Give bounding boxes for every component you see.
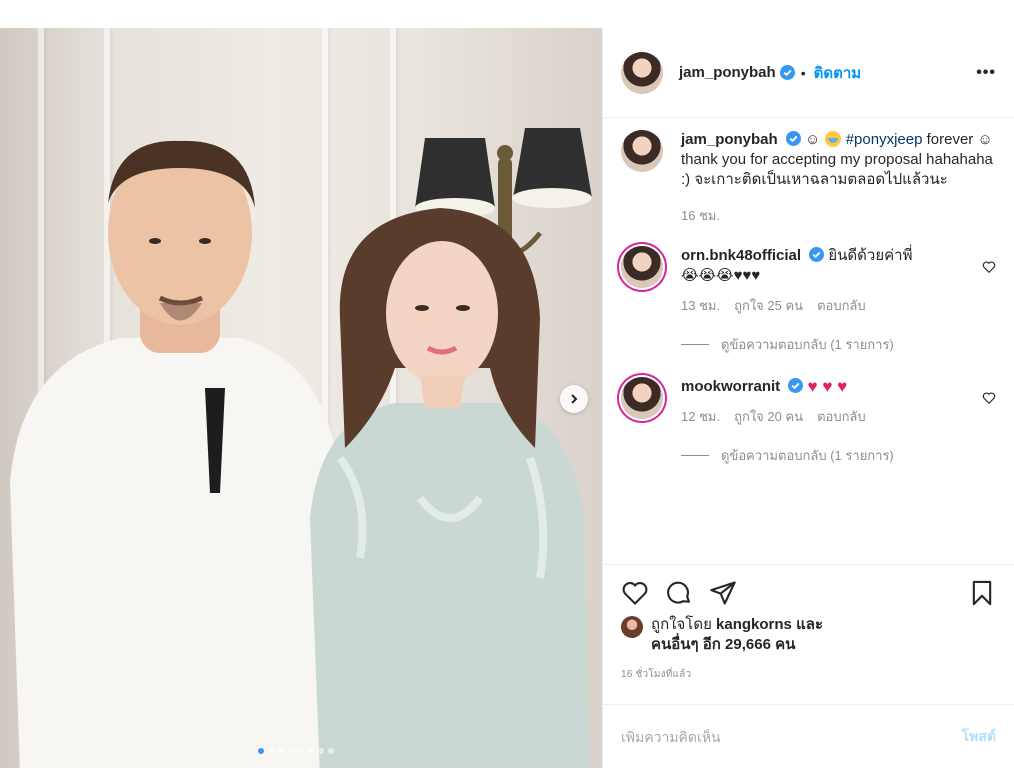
- view-replies-button[interactable]: ดูข้อความตอบกลับ (1 รายการ): [681, 334, 996, 355]
- carousel-dot: [268, 748, 274, 754]
- reply-dash: [681, 455, 709, 456]
- bookmark-icon[interactable]: [968, 579, 996, 607]
- caption-body: jam_ponybah ☺ #ponyxjeep forever ☺ thank…: [681, 130, 996, 226]
- comment-text: ยินดีด้วยค่าพี่: [828, 247, 913, 264]
- more-options-button[interactable]: •••: [976, 64, 996, 82]
- heart-icon[interactable]: [621, 579, 649, 607]
- carousel-dot: [258, 748, 264, 754]
- view-replies-label: ดูข้อความตอบกลับ (1 รายการ): [721, 337, 894, 352]
- comment-item: mookworranit ♥ ♥ ♥ 12 ชม. ถูกใจ 20 คน ตอ…: [621, 377, 996, 427]
- comment-composer: โพสต์: [603, 704, 1014, 768]
- verified-icon: [809, 247, 825, 262]
- emoji-icon: [824, 131, 841, 147]
- post-comment-button[interactable]: โพสต์: [962, 726, 996, 748]
- likes-summary: ถูกใจโดย kangkorns และ คนอื่นๆ อีก 29,66…: [621, 615, 996, 655]
- comment-time: 12 ชม.: [681, 409, 721, 424]
- liked-by-prefix: ถูกใจโดย: [651, 616, 712, 633]
- carousel-dot: [278, 748, 284, 754]
- comment-emoji-text: ♥ ♥ ♥: [807, 377, 848, 396]
- caption-time: 16 ชม.: [681, 208, 721, 223]
- post-time-ago[interactable]: 16 ชั่วโมงที่แล้ว: [621, 667, 996, 682]
- comment-username[interactable]: orn.bnk48official: [681, 247, 801, 264]
- reply-button[interactable]: ตอบกลับ: [817, 407, 866, 427]
- verified-icon: [779, 65, 795, 80]
- follow-button[interactable]: ติดตาม: [814, 61, 862, 85]
- comment-icon[interactable]: [665, 579, 693, 607]
- heart-icon[interactable]: [982, 260, 996, 274]
- caption: jam_ponybah ☺ #ponyxjeep forever ☺ thank…: [621, 130, 996, 226]
- liker-avatar[interactable]: [621, 616, 643, 638]
- post-header: jam_ponybah • ติดตาม •••: [603, 28, 1014, 118]
- comment-body: orn.bnk48official ยินดีด้วยค่าพี่ 😭😭😭♥♥♥…: [681, 246, 956, 316]
- post-sidebar: jam_ponybah • ติดตาม ••• jam_ponybah ☺ #…: [602, 28, 1014, 768]
- carousel-dot: [298, 748, 304, 754]
- share-icon[interactable]: [709, 579, 737, 607]
- caption-username[interactable]: jam_ponybah: [681, 131, 778, 148]
- heart-icon[interactable]: [982, 391, 996, 405]
- comment-likes[interactable]: ถูกใจ 25 คน: [734, 296, 803, 316]
- carousel-dot: [318, 748, 324, 754]
- comment-username[interactable]: mookworranit: [681, 378, 780, 395]
- liked-by-and: และ: [796, 616, 823, 633]
- author-avatar[interactable]: [621, 51, 663, 94]
- caption-avatar[interactable]: [621, 130, 663, 172]
- chevron-right-icon: [571, 394, 578, 404]
- carousel-dot: [308, 748, 314, 754]
- verified-icon: [785, 131, 801, 146]
- post-photo[interactable]: [0, 28, 602, 768]
- carousel-next-button[interactable]: [560, 385, 588, 413]
- caption-smiley: ☺: [805, 131, 821, 148]
- reply-dash: [681, 344, 709, 345]
- comment-likes[interactable]: ถูกใจ 20 คน: [734, 407, 803, 427]
- comments-list: jam_ponybah ☺ #ponyxjeep forever ☺ thank…: [603, 118, 1014, 564]
- comment-emoji-text: 😭😭😭♥♥♥: [681, 267, 761, 284]
- comment-input[interactable]: [621, 728, 962, 745]
- liked-by-others[interactable]: คนอื่นๆ อีก 29,666 คน: [651, 636, 795, 653]
- carousel-dot: [288, 748, 294, 754]
- view-replies-label: ดูข้อความตอบกลับ (1 รายการ): [721, 448, 894, 463]
- verified-icon: [788, 378, 804, 393]
- comment-item: orn.bnk48official ยินดีด้วยค่าพี่ 😭😭😭♥♥♥…: [621, 246, 996, 316]
- commenter-avatar[interactable]: [621, 377, 663, 419]
- comment-body: mookworranit ♥ ♥ ♥ 12 ชม. ถูกใจ 20 คน ตอ…: [681, 377, 956, 427]
- comment-time: 13 ชม.: [681, 298, 721, 313]
- woman-figure-image: [310, 208, 590, 768]
- liked-by-user[interactable]: kangkorns: [716, 616, 792, 633]
- reply-button[interactable]: ตอบกลับ: [817, 296, 866, 316]
- caption-hashtag[interactable]: #ponyxjeep: [846, 131, 923, 148]
- header-separator: •: [800, 64, 806, 81]
- carousel-dot: [328, 748, 334, 754]
- author-username[interactable]: jam_ponybah: [679, 64, 776, 81]
- author-info: jam_ponybah • ติดตาม: [679, 61, 861, 85]
- commenter-avatar[interactable]: [621, 246, 663, 288]
- man-figure-image: [10, 140, 345, 768]
- carousel-dots: [258, 748, 334, 754]
- view-replies-button[interactable]: ดูข้อความตอบกลับ (1 รายการ): [681, 445, 996, 466]
